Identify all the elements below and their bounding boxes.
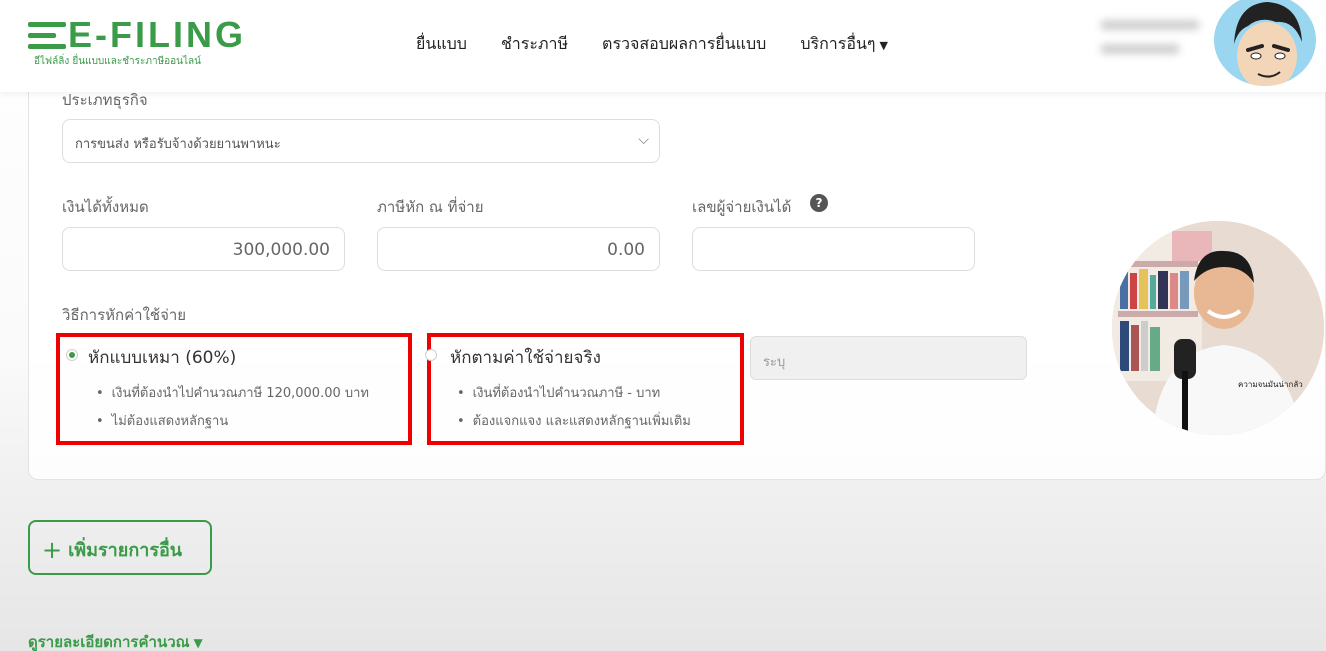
business-type-value: การขนส่ง หรือรับจ้างด้วยยานพาหนะ	[75, 137, 281, 152]
webcam-overlay: ความจนมันน่ากลัว	[1112, 221, 1324, 435]
logo-subtitle: อีไฟล์ลิ่ง ยื่นแบบและชำระภาษีออนไลน์	[34, 56, 201, 67]
caret-down-icon: ▼	[879, 39, 888, 52]
actual-expense-bullet: เงินที่ต้องนำไปคำนวณภาษี - บาท	[457, 382, 661, 403]
efiling-logo[interactable]: E-FILING อีไฟล์ลิ่ง ยื่นแบบและชำระภาษีออ…	[28, 14, 248, 72]
chevron-down-icon: ⌵	[638, 132, 649, 148]
actual-expense-title[interactable]: หักตามค่าใช้จ่ายจริง	[450, 344, 601, 371]
business-type-select[interactable]: การขนส่ง หรือรับจ้างด้วยยานพาหนะ ⌵	[62, 119, 660, 163]
withholding-tax-input[interactable]: 0.00	[377, 227, 660, 271]
top-header: E-FILING อีไฟล์ลิ่ง ยื่นแบบและชำระภาษีออ…	[0, 0, 1326, 92]
plus-icon: +	[42, 536, 63, 564]
nav-other-services-label: บริการอื่นๆ	[800, 34, 876, 53]
nav-file-return[interactable]: ยื่นแบบ	[416, 32, 467, 57]
view-details-link[interactable]: ดูรายละเอียดการคำนวณ ▼	[28, 630, 203, 651]
avatar[interactable]	[1212, 0, 1318, 88]
total-income-label: เงินได้ทั้งหมด	[62, 198, 149, 216]
flat-rate-bullet: เงินที่ต้องนำไปคำนวณภาษี 120,000.00 บาท	[96, 382, 369, 403]
chevron-down-icon: ▼	[193, 636, 203, 650]
flat-rate-radio[interactable]	[66, 349, 78, 361]
total-income-input[interactable]: 300,000.00	[62, 227, 345, 271]
flat-rate-bullet: ไม่ต้องแสดงหลักฐาน	[96, 410, 229, 431]
shirt-text: ความจนมันน่ากลัว	[1238, 380, 1303, 389]
nav-other-services[interactable]: บริการอื่นๆ ▼	[800, 32, 888, 57]
logo-e-icon	[28, 22, 66, 50]
payer-id-input[interactable]	[692, 227, 975, 271]
actual-expense-radio[interactable]	[425, 349, 437, 361]
view-details-label: ดูรายละเอียดการคำนวณ	[28, 633, 190, 651]
add-item-label: เพิ่มรายการอื่น	[68, 540, 183, 561]
flat-rate-title[interactable]: หักแบบเหมา (60%)	[88, 344, 236, 371]
user-info-blurred	[1100, 20, 1210, 70]
question-icon[interactable]: ?	[810, 194, 828, 212]
withholding-tax-label: ภาษีหัก ณ ที่จ่าย	[377, 198, 484, 216]
payer-id-label: เลขผู้จ่ายเงินได้	[692, 198, 792, 216]
deduction-method-label: วิธีการหักค่าใช้จ่าย	[62, 306, 187, 324]
add-item-button[interactable]: + เพิ่มรายการอื่น	[28, 520, 212, 575]
nav-pay-tax[interactable]: ชำระภาษี	[501, 32, 568, 57]
logo-text: E-FILING	[68, 14, 246, 55]
actual-expense-bullet: ต้องแจกแจง และแสดงหลักฐานเพิ่มเติม	[457, 410, 691, 431]
specify-input[interactable]: ระบุ	[750, 336, 1027, 380]
main-nav: ยื่นแบบ ชำระภาษี ตรวจสอบผลการยื่นแบบ บริ…	[416, 32, 888, 57]
nav-check-status[interactable]: ตรวจสอบผลการยื่นแบบ	[602, 32, 766, 57]
